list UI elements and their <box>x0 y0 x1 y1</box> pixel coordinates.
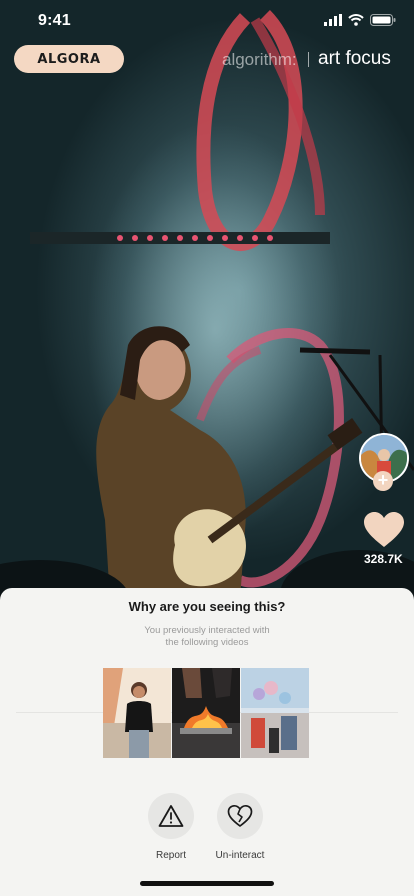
warning-icon <box>158 805 184 827</box>
video-thumbnail[interactable] <box>103 668 171 758</box>
status-icons <box>324 14 396 26</box>
report-label: Report <box>155 850 186 861</box>
thumbnail-image <box>172 668 240 758</box>
thumbnail-image <box>103 668 171 758</box>
why-seeing-sheet: Why are you seeing this? You previously … <box>0 588 414 896</box>
related-videos <box>103 668 309 758</box>
report-button[interactable] <box>148 793 194 839</box>
home-indicator <box>140 881 274 886</box>
thumbnail-image <box>241 668 309 758</box>
signal-icon <box>324 14 342 26</box>
battery-icon <box>370 14 396 26</box>
video-thumbnail[interactable] <box>241 668 309 758</box>
sheet-title: Why are you seeing this? <box>128 599 286 614</box>
status-time: 9:41 <box>38 12 71 29</box>
sheet-subtitle: You previously interacted with the follo… <box>107 625 307 649</box>
un-interact-button[interactable] <box>217 793 263 839</box>
video-thumbnail[interactable] <box>172 668 240 758</box>
un-interact-label: Un-interact <box>215 850 265 861</box>
wifi-icon <box>348 14 364 26</box>
like-heart-icon[interactable] <box>364 512 404 548</box>
follow-button[interactable]: + <box>373 471 393 491</box>
sheet-subtitle-line: You previously interacted with <box>144 625 270 636</box>
like-count: 328.7K <box>364 552 403 566</box>
algorithm-label: algorithm: <box>222 50 297 69</box>
video-player[interactable] <box>0 0 414 600</box>
video-frame <box>0 10 414 600</box>
broken-heart-icon <box>227 804 253 827</box>
header-divider <box>308 52 309 67</box>
sheet-subtitle-line: the following videos <box>165 637 249 648</box>
algorithm-selector[interactable]: art focus <box>318 48 391 70</box>
brand-logo[interactable]: ALGORA <box>14 45 124 73</box>
status-bar: 9:41 <box>0 0 414 44</box>
